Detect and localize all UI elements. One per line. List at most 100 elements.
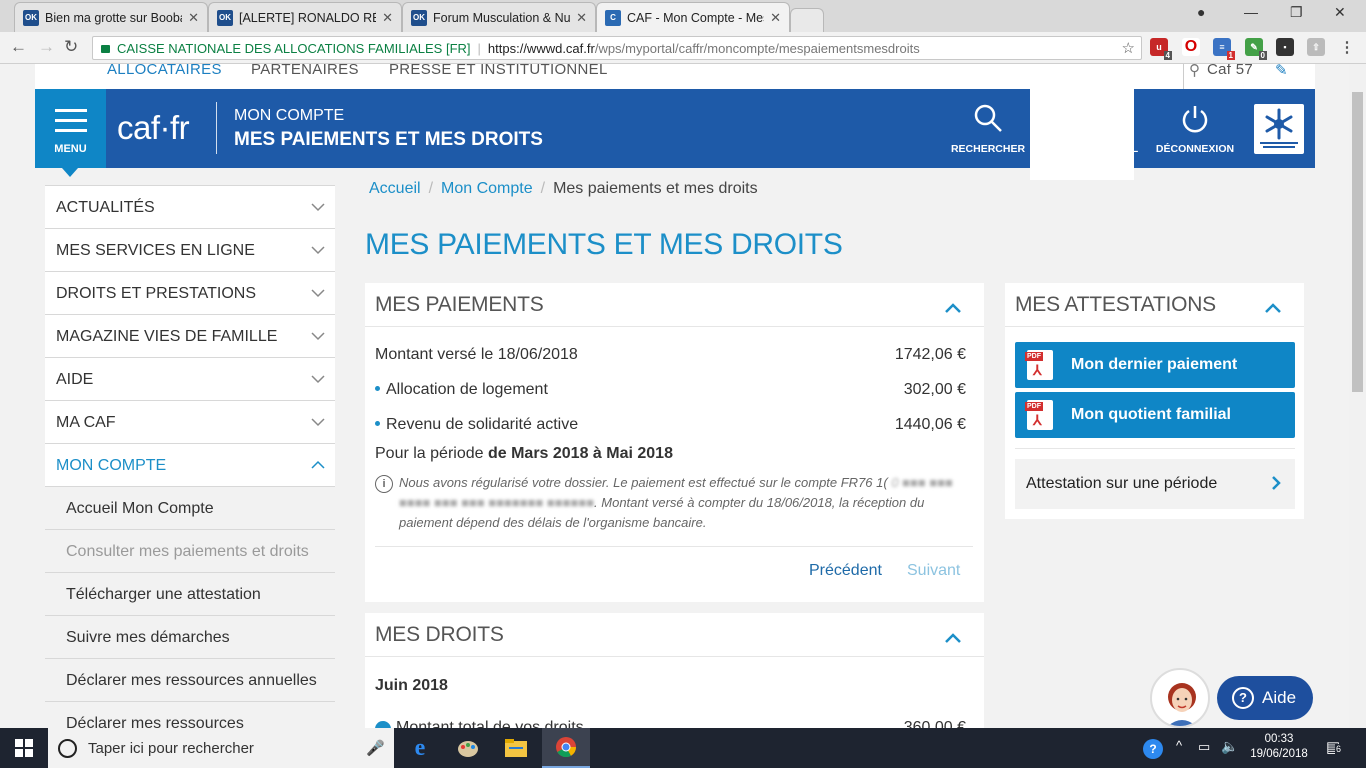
notification-center-icon[interactable]: ▤ 6 [1326,738,1343,756]
page-scrollbar[interactable] [1349,64,1366,728]
volume-icon[interactable]: 🔈 [1221,738,1238,755]
chevron-up-icon[interactable] [945,303,961,313]
chevron-up-icon[interactable] [1265,303,1281,313]
paiement-periode: Pour la période de Mars 2018 à Mai 2018 [375,445,673,462]
close-tab-icon[interactable]: ✕ [382,10,393,26]
nav-partenaires[interactable]: PARTENAIRES [251,64,359,78]
edit-pencil-icon[interactable]: ✎ [1275,64,1288,79]
profile-icon[interactable]: ● [1197,4,1205,20]
taskbar-search-input[interactable]: Taper ici pour rechercher 🎤 [48,728,394,768]
nav-allocataires[interactable]: ALLOCATAIRES [107,64,222,78]
logout-button[interactable]: DÉCONNEXION [1151,89,1239,168]
dernier-paiement-button[interactable]: PDF ⅄ Mon dernier paiement [1015,342,1295,388]
sidebar-item-moncompte[interactable]: MON COMPTE [45,443,335,486]
url-field[interactable]: CAISSE NATIONALE DES ALLOCATIONS FAMILIA… [92,36,1142,60]
chevron-down-icon [311,418,325,427]
back-arrow-icon[interactable]: ← [10,37,27,57]
chevron-up-icon[interactable] [945,633,961,643]
close-window-button[interactable]: ✕ [1334,4,1346,21]
chevron-down-icon [311,375,325,384]
close-tab-icon[interactable]: ✕ [188,10,199,26]
minimize-button[interactable]: — [1244,4,1258,20]
sidebar-subitem-ressources[interactable]: Déclarer mes ressources [45,701,335,728]
droits-total-row: Montant total de vos droits 360,00 € [375,719,966,728]
sidebar-subitem-accueil[interactable]: Accueil Mon Compte [45,486,335,529]
browser-tab[interactable]: OK Bien ma grotte sur Booba ✕ [14,2,208,32]
microphone-icon[interactable]: 🎤 [366,739,385,757]
extension-icon[interactable]: ⇧ [1307,38,1325,56]
close-tab-icon[interactable]: ✕ [576,10,587,26]
breadcrumb-current: Mes paiements et mes droits [553,180,758,197]
breadcrumb-section[interactable]: Mon Compte [441,180,533,197]
opera-icon[interactable]: O [1182,38,1200,56]
droits-month: Juin 2018 [375,677,448,694]
breadcrumb-home[interactable]: Accueil [369,180,421,197]
sidebar-subitem-attestation[interactable]: Télécharger une attestation [45,572,335,615]
page-title: MES PAIEMENTS ET MES DROITS [365,228,843,261]
reload-icon[interactable]: ↻ [64,37,78,57]
breadcrumb: Accueil / Mon Compte / Mes paiements et mes … [369,180,758,197]
sidebar-subitem-ressources-annuelles[interactable]: Déclarer mes ressources annuelles [45,658,335,701]
caf-icon: C [605,9,621,26]
sidebar-item-services[interactable]: MES SERVICES EN LIGNE [45,228,335,271]
assistant-avatar[interactable] [1150,668,1210,728]
previous-link[interactable]: Précédent [809,562,882,580]
search-button[interactable]: RECHERCHER [950,89,1026,168]
browser-tab[interactable]: OK [ALERTE] RONALDO RÉAC ✕ [208,2,402,32]
taskbar-clock[interactable]: 00:33 19/06/2018 [1243,732,1315,762]
edge-icon[interactable]: e [396,728,444,768]
attestations-title: MES ATTESTATIONS [1015,293,1216,316]
paiement-line: Revenu de solidarité active 1440,06 € [375,416,966,434]
extension-icon[interactable]: u4 [1150,38,1172,60]
browser-tab-strip: OK Bien ma grotte sur Booba ✕ OK [ALERTE… [0,0,1366,32]
attestation-periode-link[interactable]: Attestation sur une période [1015,459,1295,509]
sidebar-item-magazine[interactable]: MAGAZINE VIES DE FAMILLE [45,314,335,357]
sidebar-subitem-demarches[interactable]: Suivre mes démarches [45,615,335,658]
info-icon: i [375,475,393,493]
chrome-menu-icon[interactable]: ⋮ [1338,38,1356,56]
browser-tab[interactable]: OK Forum Musculation & Nu ✕ [402,2,596,32]
sidebar-item-actualites[interactable]: ACTUALITÉS [45,185,335,228]
circle-bullet-icon [375,721,391,728]
chrome-icon[interactable] [542,728,590,768]
quotient-familial-button[interactable]: PDF ⅄ Mon quotient familial [1015,392,1295,438]
nav-presse[interactable]: PRESSE ET INSTITUTIONNEL [389,64,608,78]
windows-start-icon[interactable] [0,728,48,768]
paiement-line: Allocation de logement 302,00 € [375,381,966,399]
bookmark-star-icon[interactable]: ☆ [1122,39,1135,57]
help-button[interactable]: ? Aide [1217,676,1313,720]
forum-icon: OK [217,9,233,26]
close-tab-icon[interactable]: ✕ [770,10,781,26]
menu-button[interactable]: MENU [35,89,106,177]
header-section: MON COMPTE [234,107,345,124]
file-explorer-icon[interactable] [492,728,540,768]
browser-tab-active[interactable]: C CAF - Mon Compte - Mes ✕ [596,2,790,32]
extension-icon[interactable]: ✎ 0 [1245,38,1267,60]
sidebar-item-aide[interactable]: AIDE [45,357,335,400]
bullet-icon [375,421,380,426]
scrollbar-thumb[interactable] [1352,92,1363,392]
maximize-button[interactable]: ❐ [1290,4,1303,21]
help-tray-icon[interactable]: ? [1143,739,1163,759]
chevron-down-icon [311,203,325,212]
pdf-icon: PDF ⅄ [1025,400,1053,430]
new-tab-button[interactable] [790,8,824,32]
extension-icon[interactable]: ≡ 1 [1213,38,1235,60]
battery-icon[interactable]: ▭ [1198,739,1210,755]
forward-arrow-icon[interactable]: → [38,37,55,57]
paint-icon[interactable] [444,728,492,768]
hamburger-icon [55,109,87,133]
sidebar-item-macaf[interactable]: MA CAF [45,400,335,443]
site-top-nav: ALLOCATAIRES PARTENAIRES PRESSE ET INSTI… [35,64,1315,89]
chevron-down-icon [311,289,325,298]
extension-icon[interactable]: ▪ [1276,38,1294,56]
caf-emblem-logo[interactable] [1254,104,1304,154]
next-link[interactable]: Suivant [907,562,960,580]
caf-logo[interactable]: caf·fr [117,109,190,147]
power-icon [1151,103,1239,136]
caf-location[interactable]: Caf 57 [1207,64,1253,78]
tray-expand-icon[interactable]: ^ [1176,738,1182,753]
sidebar-item-droits[interactable]: DROITS ET PRESTATIONS [45,271,335,314]
forum-icon: OK [23,9,39,26]
sidebar-subitem-paiements[interactable]: Consulter mes paiements et droits [45,529,335,572]
